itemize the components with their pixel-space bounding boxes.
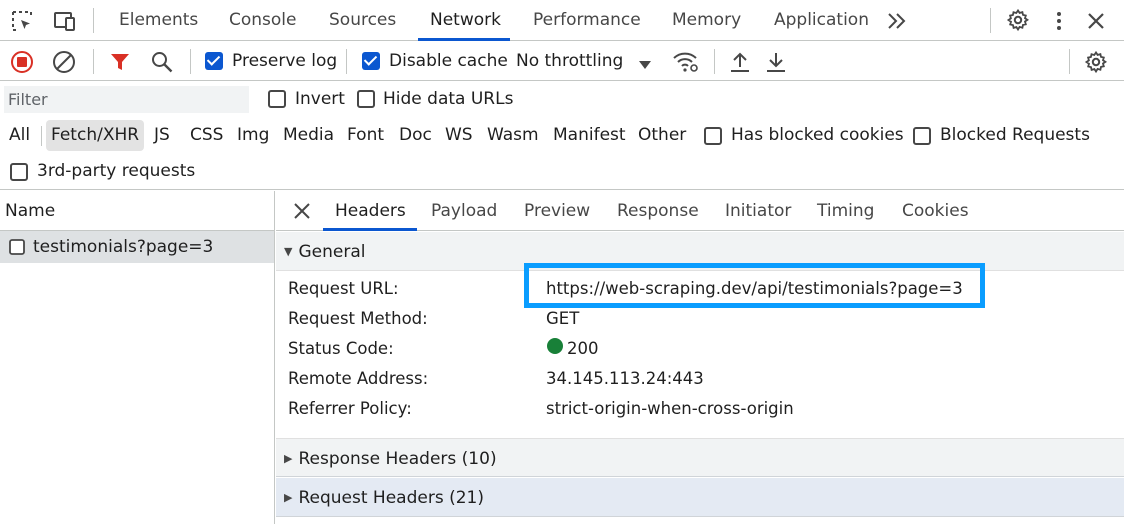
status-code-key: Status Code: — [288, 339, 394, 358]
device-toolbar-icon[interactable] — [52, 9, 78, 38]
collapse-triangle-icon: ▼ — [284, 245, 293, 258]
filter-type-all[interactable]: All — [9, 120, 30, 151]
export-har-icon[interactable] — [765, 50, 787, 79]
request-checkbox-icon — [9, 239, 25, 260]
filter-type-ws[interactable]: WS — [445, 120, 473, 151]
filter-type-css[interactable]: CSS — [190, 120, 223, 151]
filter-input[interactable] — [4, 86, 249, 113]
filter-type-font[interactable]: Font — [347, 120, 384, 151]
filter-type-manifest[interactable]: Manifest — [553, 120, 626, 151]
more-tabs-icon[interactable] — [886, 11, 908, 36]
request-list: Name testimonials?page=3 — [0, 191, 275, 524]
request-headers-section[interactable]: ▶ Request Headers (21) — [276, 478, 1124, 517]
tab-memory[interactable]: Memory — [672, 0, 741, 41]
filter-type-doc[interactable]: Doc — [399, 120, 432, 151]
referrer-policy-key: Referrer Policy: — [288, 399, 412, 418]
preserve-log-label: Preserve log — [232, 51, 338, 71]
details-tab-initiator[interactable]: Initiator — [725, 191, 791, 231]
request-url-key: Request URL: — [288, 279, 399, 298]
clear-icon[interactable] — [52, 50, 76, 79]
filter-type-fetch-xhr[interactable]: Fetch/XHR — [46, 120, 145, 151]
settings-gear-icon[interactable] — [1006, 8, 1030, 37]
hide-data-urls-checkbox[interactable] — [357, 90, 375, 108]
close-details-icon[interactable] — [292, 201, 312, 226]
response-headers-section[interactable]: ▶ Response Headers (10) — [276, 438, 1124, 477]
throttling-select[interactable]: No throttling — [516, 51, 623, 71]
general-section-title: General — [298, 242, 366, 262]
expand-triangle-icon: ▶ — [284, 491, 293, 504]
request-headers-title: Request Headers (21) — [298, 488, 484, 508]
tab-console[interactable]: Console — [229, 0, 297, 41]
request-name: testimonials?page=3 — [33, 237, 214, 257]
disable-cache-label: Disable cache — [389, 51, 508, 71]
has-blocked-cookies-checkbox[interactable] — [704, 127, 722, 145]
request-method-value: GET — [546, 309, 580, 328]
has-blocked-cookies-label: Has blocked cookies — [731, 125, 904, 145]
details-tab-preview[interactable]: Preview — [524, 191, 590, 231]
expand-triangle-icon: ▶ — [284, 452, 293, 465]
status-ok-dot-icon — [546, 337, 564, 360]
network-conditions-icon[interactable] — [672, 50, 700, 79]
tab-network[interactable]: Network — [430, 0, 501, 41]
remote-address-value: 34.145.113.24:443 — [546, 369, 704, 388]
dropdown-caret-icon[interactable] — [638, 56, 652, 76]
third-party-label: 3rd-party requests — [37, 161, 196, 181]
tab-application[interactable]: Application — [774, 0, 869, 41]
filter-funnel-icon[interactable] — [109, 51, 131, 78]
filter-type-wasm[interactable]: Wasm — [487, 120, 539, 151]
details-tab-timing[interactable]: Timing — [817, 191, 874, 231]
name-column-header[interactable]: Name — [0, 191, 275, 231]
filter-type-media[interactable]: Media — [283, 120, 334, 151]
kebab-menu-icon[interactable] — [1051, 9, 1067, 38]
tab-sources[interactable]: Sources — [329, 0, 396, 41]
blocked-requests-checkbox[interactable] — [913, 127, 931, 145]
remote-address-key: Remote Address: — [288, 369, 429, 388]
response-headers-title: Response Headers (10) — [298, 449, 497, 469]
tab-performance[interactable]: Performance — [533, 0, 641, 41]
details-tab-cookies[interactable]: Cookies — [902, 191, 969, 231]
blocked-requests-label: Blocked Requests — [940, 125, 1090, 145]
details-tab-response[interactable]: Response — [617, 191, 699, 231]
devtools-main-toolbar: Elements Console Sources Network Perform… — [0, 0, 1124, 41]
tab-elements[interactable]: Elements — [119, 0, 198, 41]
search-icon[interactable] — [150, 50, 174, 79]
details-active-tab-indicator — [323, 228, 417, 231]
invert-label: Invert — [295, 89, 345, 109]
network-toolbar: Preserve log Disable cache No throttling — [0, 41, 1124, 81]
details-tab-payload[interactable]: Payload — [431, 191, 497, 231]
referrer-policy-value: strict-origin-when-cross-origin — [546, 399, 794, 418]
request-url-value: https://web-scraping.dev/api/testimonial… — [546, 279, 963, 298]
disable-cache-checkbox[interactable] — [362, 52, 380, 70]
details-tab-headers[interactable]: Headers — [335, 191, 406, 231]
record-stop-icon[interactable] — [10, 50, 34, 79]
hide-data-urls-label: Hide data URLs — [383, 89, 514, 109]
filter-type-other[interactable]: Other — [638, 120, 686, 151]
close-devtools-icon[interactable] — [1085, 10, 1107, 37]
network-settings-gear-icon[interactable] — [1084, 50, 1108, 79]
preserve-log-checkbox[interactable] — [205, 52, 223, 70]
request-row[interactable]: testimonials?page=3 — [0, 231, 274, 263]
request-method-key: Request Method: — [288, 309, 428, 328]
status-code-value: 200 — [567, 339, 599, 358]
import-har-icon[interactable] — [729, 50, 751, 79]
request-details: Headers Payload Preview Response Initiat… — [276, 191, 1124, 524]
inspect-element-icon[interactable] — [10, 9, 34, 38]
third-party-checkbox[interactable] — [10, 163, 28, 181]
filter-type-img[interactable]: Img — [237, 120, 269, 151]
filter-type-js[interactable]: JS — [154, 120, 170, 151]
invert-checkbox[interactable] — [268, 90, 286, 108]
